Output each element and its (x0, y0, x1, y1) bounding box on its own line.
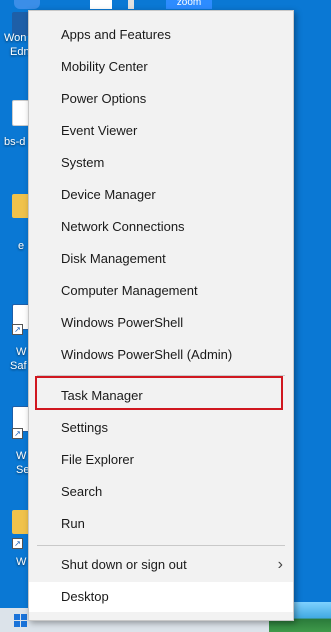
menu-item-power-options[interactable]: Power Options (29, 84, 293, 114)
shortcut-arrow-icon: ↗ (12, 324, 23, 335)
menu-item-label: File Explorer (61, 452, 134, 467)
desktop-icon-2[interactable]: bs-d (0, 96, 32, 152)
menu-item-label: Disk Management (61, 251, 166, 266)
chevron-right-icon: › (277, 556, 283, 573)
desktop-icon-top-3[interactable] (128, 0, 134, 9)
menu-item-label: Task Manager (61, 388, 143, 403)
menu-item-label: Apps and Features (61, 27, 171, 42)
menu-item-apps-and-features[interactable]: Apps and Features (29, 20, 293, 50)
menu-item-label: Windows PowerShell (Admin) (61, 347, 233, 362)
menu-item-device-manager[interactable]: Device Manager (29, 180, 293, 210)
menu-item-label: Shut down or sign out (61, 557, 187, 572)
desktop-icon-6[interactable]: ↗ W (0, 508, 30, 572)
winx-context-menu: Apps and Features Mobility Center Power … (28, 10, 294, 621)
menu-item-mobility-center[interactable]: Mobility Center (29, 52, 293, 82)
menu-item-label: Device Manager (61, 187, 156, 202)
menu-item-label: Power Options (61, 91, 147, 106)
menu-item-file-explorer[interactable]: File Explorer (29, 445, 293, 475)
menu-item-label: Mobility Center (61, 59, 148, 74)
desktop-icon-label: W (16, 556, 27, 568)
menu-item-label: Run (61, 516, 85, 531)
zoom-icon[interactable]: zoom (166, 0, 212, 9)
shortcut-arrow-icon: ↗ (12, 538, 23, 549)
desktop-icon-top-2[interactable] (90, 0, 112, 9)
menu-item-label: Search (61, 484, 103, 499)
zoom-label: zoom (176, 0, 202, 8)
menu-item-system[interactable]: System (29, 148, 293, 178)
desktop-icon-label-line2: Edn (10, 46, 30, 58)
menu-item-event-viewer[interactable]: Event Viewer (29, 116, 293, 146)
menu-item-settings[interactable]: Settings (29, 413, 293, 443)
desktop-icon-label: e (18, 240, 25, 252)
menu-item-task-manager[interactable]: Task Manager (29, 381, 293, 411)
menu-item-label: Event Viewer (61, 123, 138, 138)
desktop-icon-label: W (16, 346, 27, 358)
desktop-icon-3[interactable]: e (0, 190, 30, 254)
menu-item-label: Windows PowerShell (61, 315, 184, 330)
menu-item-label: Computer Management (61, 283, 198, 298)
desktop-icon-label-line2: Saf (10, 360, 27, 372)
desktop-icon-1[interactable]: Won Edn (0, 10, 30, 62)
desktop-icon-4[interactable]: ↗ W Saf (0, 300, 32, 380)
menu-item-label: System (61, 155, 105, 170)
menu-separator (37, 545, 285, 546)
desktop-icon-label: W (16, 450, 27, 462)
menu-item-disk-management[interactable]: Disk Management (29, 244, 293, 274)
menu-item-windows-powershell-admin[interactable]: Windows PowerShell (Admin) (29, 340, 293, 370)
desktop-icon-label: Won (4, 32, 27, 44)
menu-item-label: Desktop (61, 589, 109, 604)
menu-item-label: Settings (61, 420, 108, 435)
menu-item-search[interactable]: Search (29, 477, 293, 507)
menu-item-computer-management[interactable]: Computer Management (29, 276, 293, 306)
desktop-icon-label: bs-d (4, 136, 26, 148)
menu-item-network-connections[interactable]: Network Connections (29, 212, 293, 242)
menu-item-windows-powershell[interactable]: Windows PowerShell (29, 308, 293, 338)
menu-item-desktop[interactable]: Desktop (29, 582, 293, 612)
desktop-icon-top-1[interactable] (14, 0, 40, 9)
menu-separator (37, 375, 285, 376)
menu-item-shut-down-or-sign-out[interactable]: Shut down or sign out › (29, 550, 293, 580)
desktop-icon-5[interactable]: ↗ W Se (0, 404, 32, 484)
desktop: zoom Won Edn bs-d e ↗ W Saf ↗ W Se ↗ W A… (0, 0, 331, 632)
menu-item-run[interactable]: Run (29, 509, 293, 539)
menu-item-label: Network Connections (61, 219, 185, 234)
windows-start-icon[interactable] (14, 614, 28, 628)
shortcut-arrow-icon: ↗ (12, 428, 23, 439)
